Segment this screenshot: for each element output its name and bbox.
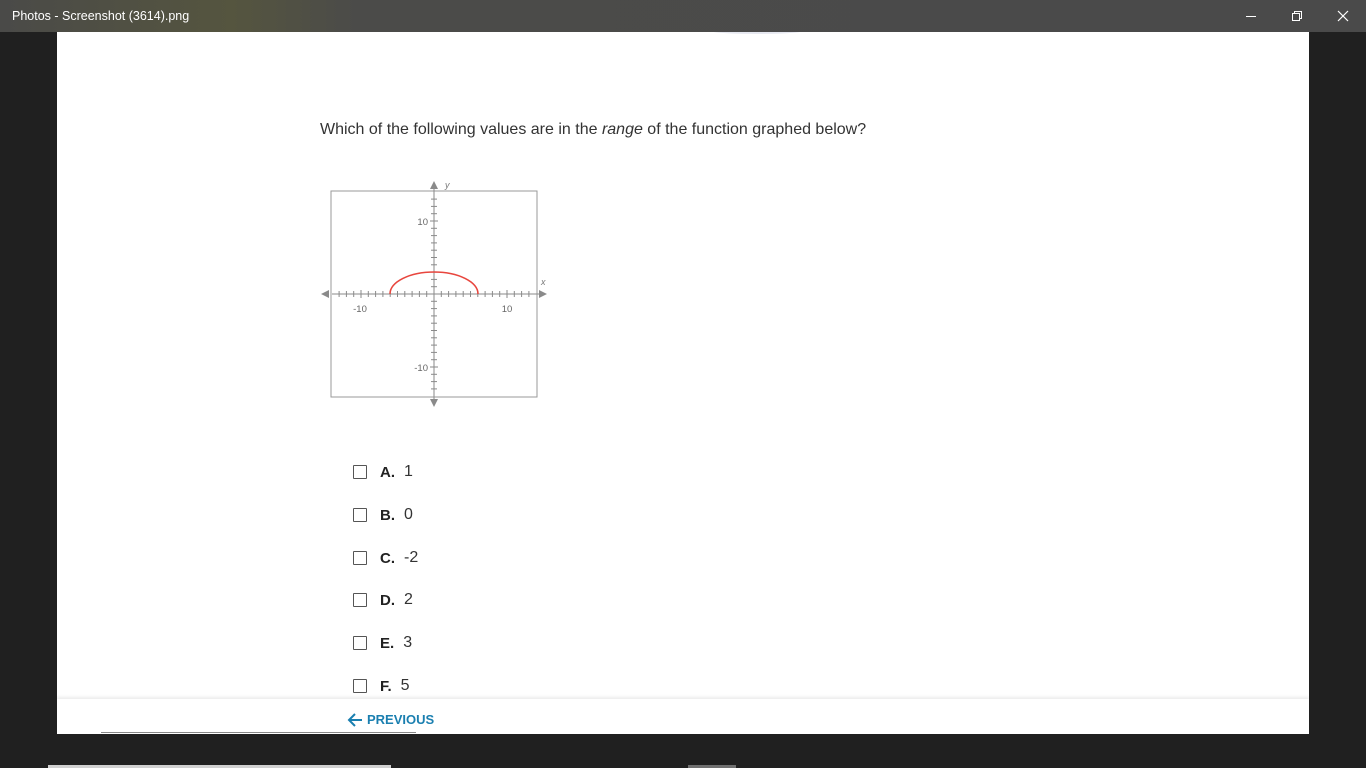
checkbox[interactable] <box>353 465 367 479</box>
option-letter: D. <box>380 591 395 609</box>
decorative-shape <box>707 32 807 34</box>
x-axis-label: x <box>540 277 546 287</box>
option-d[interactable]: D. 2 <box>353 590 413 610</box>
option-value: -2 <box>404 549 419 566</box>
option-a[interactable]: A. 1 <box>353 462 413 482</box>
minimize-button[interactable] <box>1228 0 1274 32</box>
checkbox[interactable] <box>353 636 367 650</box>
close-button[interactable] <box>1320 0 1366 32</box>
checkbox[interactable] <box>353 551 367 565</box>
option-value: 5 <box>400 677 410 694</box>
footer-bar: PREVIOUS <box>57 699 1309 734</box>
question-suffix: of the function graphed below? <box>642 121 867 138</box>
checkbox[interactable] <box>353 508 367 522</box>
option-letter: B. <box>380 506 395 524</box>
y-axis-arrow-up <box>430 181 438 189</box>
x-axis-arrow-right <box>539 290 547 298</box>
option-value: 1 <box>404 463 413 480</box>
option-letter: F. <box>380 677 392 695</box>
y-tick-label-neg: -10 <box>414 363 428 374</box>
previous-label: PREVIOUS <box>367 712 435 727</box>
option-b[interactable]: B. 0 <box>353 505 413 525</box>
checkbox[interactable] <box>353 593 367 607</box>
option-letter: C. <box>380 549 395 567</box>
option-value: 0 <box>404 506 413 523</box>
option-letter: E. <box>380 634 395 652</box>
x-axis-arrow-left <box>321 290 329 298</box>
option-c[interactable]: C. -2 <box>353 548 418 568</box>
question-prefix: Which of the following values are in the <box>320 121 602 138</box>
restore-icon <box>1292 11 1302 21</box>
option-value: 3 <box>403 634 413 651</box>
y-axis-arrow-down <box>430 399 438 407</box>
option-e[interactable]: E. 3 <box>353 633 412 653</box>
divider <box>101 732 416 733</box>
window-title: Photos - Screenshot (3614).png <box>12 9 190 23</box>
x-tick-label-neg: -10 <box>353 304 367 315</box>
x-tick-label-pos: 10 <box>502 304 513 315</box>
window-titlebar: Photos - Screenshot (3614).png <box>0 0 1366 32</box>
question-emphasis: range <box>601 121 643 138</box>
y-tick-label-pos: 10 <box>417 217 428 228</box>
function-graph: y x -10 10 10 -10 <box>321 180 547 407</box>
option-letter: A. <box>380 463 395 481</box>
option-f[interactable]: F. 5 <box>353 676 410 696</box>
restore-button[interactable] <box>1274 0 1320 32</box>
y-axis-label: y <box>444 180 450 190</box>
checkbox[interactable] <box>353 679 367 693</box>
arrow-left-icon <box>347 712 362 727</box>
photo-viewport: Which of the following values are in the… <box>57 32 1309 734</box>
previous-button[interactable]: PREVIOUS <box>347 712 434 727</box>
question-text: Which of the following values are in the… <box>320 121 866 139</box>
option-value: 2 <box>404 591 413 608</box>
close-icon <box>1337 10 1349 22</box>
minimize-icon <box>1246 16 1256 17</box>
